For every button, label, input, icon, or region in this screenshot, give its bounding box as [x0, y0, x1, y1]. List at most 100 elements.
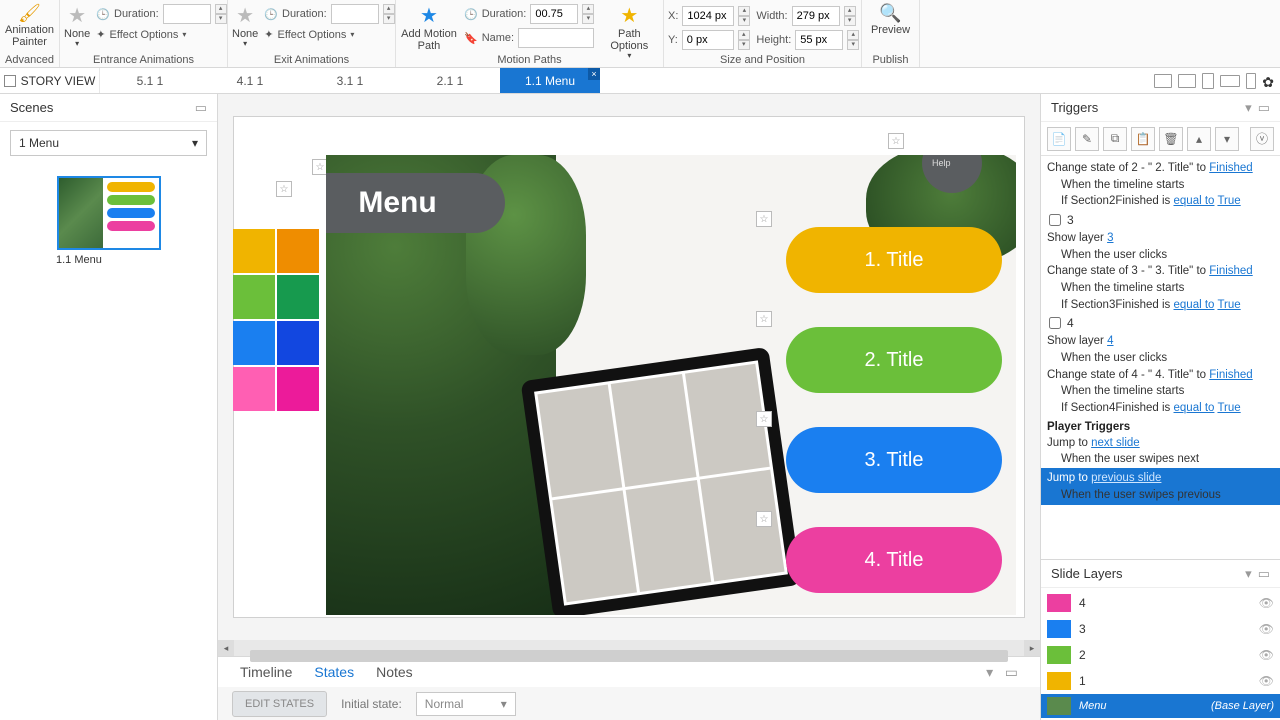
trigger-item[interactable]: Change state of 2 - " 2. Title" to Finis… [1047, 160, 1274, 177]
color-swatch[interactable] [233, 229, 275, 273]
slide-tab[interactable]: 2.1 1 [400, 68, 500, 93]
visibility-icon[interactable]: 👁 [1259, 596, 1274, 610]
phone-portrait-icon[interactable] [1246, 73, 1256, 89]
trigger-item[interactable]: Jump to next slide [1047, 435, 1274, 452]
layer-row[interactable]: 2👁 [1047, 642, 1274, 668]
slide-tab[interactable]: 3.1 1 [300, 68, 400, 93]
trigger-item[interactable]: Show layer 4 [1047, 333, 1274, 350]
settings-icon[interactable]: ✿ [1262, 74, 1274, 88]
spinner[interactable]: ▴▾ [215, 4, 227, 24]
tablet-landscape-icon[interactable] [1178, 74, 1196, 88]
checkbox[interactable] [1049, 214, 1061, 226]
entrance-none-button[interactable]: ★None▾ [64, 2, 90, 49]
checkbox[interactable] [1049, 317, 1061, 329]
panel-tab[interactable]: Timeline [240, 664, 292, 680]
trigger-item[interactable]: If Section2Finished is equal to True [1047, 193, 1274, 210]
trigger-item[interactable]: Show layer 3 [1047, 230, 1274, 247]
collapse-icon[interactable]: ▭ [1258, 100, 1270, 116]
edit-states-button[interactable]: EDIT STATES [232, 691, 327, 717]
entrance-duration-input[interactable] [163, 4, 211, 24]
motion-name-input[interactable] [518, 28, 594, 48]
scene-dropdown[interactable]: 1 Menu▾ [10, 130, 207, 156]
anim-indicator-icon[interactable]: ☆ [756, 511, 772, 527]
spinner[interactable]: ▴▾ [738, 30, 750, 50]
trigger-object[interactable]: 4 [1047, 313, 1274, 333]
width-input[interactable] [792, 6, 840, 26]
copy-trigger-icon[interactable]: ⧉ [1103, 127, 1127, 151]
trigger-item[interactable]: If Section4Finished is equal to True [1047, 400, 1274, 417]
color-swatch[interactable] [233, 321, 275, 365]
y-input[interactable] [682, 30, 734, 50]
tablet-portrait-icon[interactable] [1202, 73, 1214, 89]
new-trigger-icon[interactable]: 📄 [1047, 127, 1071, 151]
slide-thumbnail[interactable] [57, 176, 161, 250]
anim-indicator-icon[interactable]: ☆ [888, 133, 904, 149]
trigger-item[interactable]: When the timeline starts [1047, 383, 1274, 400]
animation-painter-button[interactable]: 🖌 AnimationPainter [4, 2, 55, 48]
entrance-effect-options[interactable]: ✦Effect Options▾ [96, 28, 226, 41]
spinner[interactable]: ▴▾ [582, 4, 594, 24]
layer-row[interactable]: 4👁 [1047, 590, 1274, 616]
move-down-icon[interactable]: ▾ [1215, 127, 1239, 151]
spinner[interactable]: ▴▾ [738, 6, 750, 26]
color-swatch[interactable] [277, 229, 319, 273]
trigger-item[interactable]: Change state of 3 - " 3. Title" to Finis… [1047, 263, 1274, 280]
chevron-down-icon[interactable]: ▾ [1245, 100, 1252, 116]
x-input[interactable] [682, 6, 734, 26]
trigger-item[interactable]: When the user clicks [1047, 350, 1274, 367]
add-motion-path-button[interactable]: ★Add MotionPath [400, 2, 458, 52]
trigger-item[interactable]: Change state of 4 - " 4. Title" to Finis… [1047, 367, 1274, 384]
trigger-item[interactable]: When the timeline starts [1047, 177, 1274, 194]
menu-nav-button[interactable]: 4. Title [786, 527, 1002, 593]
move-up-icon[interactable]: ▴ [1187, 127, 1211, 151]
spinner[interactable]: ▴▾ [383, 4, 395, 24]
menu-nav-button[interactable]: 1. Title [786, 227, 1002, 293]
initial-state-dropdown[interactable]: Normal▾ [416, 692, 516, 716]
exit-effect-options[interactable]: ✦Effect Options▾ [264, 28, 394, 41]
layer-row[interactable]: 3👁 [1047, 616, 1274, 642]
spinner[interactable]: ▴▾ [847, 30, 859, 50]
trigger-object[interactable]: 3 [1047, 210, 1274, 230]
close-icon[interactable]: × [588, 68, 600, 80]
trigger-item[interactable]: When the timeline starts [1047, 280, 1274, 297]
visibility-icon[interactable]: 👁 [1259, 622, 1274, 636]
scroll-right-icon[interactable]: ▸ [1024, 640, 1040, 656]
panel-controls[interactable]: ▾ ▭ [986, 664, 1018, 681]
anim-indicator-icon[interactable]: ☆ [276, 181, 292, 197]
color-swatch[interactable] [233, 275, 275, 319]
base-layer-row[interactable]: Menu(Base Layer) [1041, 694, 1280, 718]
scroll-left-icon[interactable]: ◂ [218, 640, 234, 656]
delete-trigger-icon[interactable]: 🗑 [1159, 127, 1183, 151]
panel-tab[interactable]: Notes [376, 664, 413, 680]
trigger-item[interactable]: If Section3Finished is equal to True [1047, 297, 1274, 314]
color-swatch[interactable] [233, 367, 275, 411]
motion-duration-input[interactable] [530, 4, 578, 24]
slide-canvas[interactable]: ☆ ☆ ☆ ☆ Menu Help 1. Title2. Title3. Tit… [234, 117, 1024, 617]
paste-trigger-icon[interactable]: 📋 [1131, 127, 1155, 151]
anim-indicator-icon[interactable]: ☆ [756, 211, 772, 227]
color-swatch[interactable] [277, 367, 319, 411]
anim-indicator-icon[interactable]: ☆ [756, 411, 772, 427]
menu-nav-button[interactable]: 3. Title [786, 427, 1002, 493]
edit-trigger-icon[interactable]: ✎ [1075, 127, 1099, 151]
exit-duration-input[interactable] [331, 4, 379, 24]
spinner[interactable]: ▴▾ [844, 6, 856, 26]
height-input[interactable] [795, 30, 843, 50]
trigger-item[interactable]: When the user clicks [1047, 247, 1274, 264]
trigger-item[interactable]: When the user swipes next [1047, 451, 1274, 468]
path-options-button[interactable]: ★Path Options▾ [600, 2, 658, 61]
trigger-item-selected[interactable]: Jump to previous slideWhen the user swip… [1041, 468, 1280, 505]
color-swatch[interactable] [277, 275, 319, 319]
visibility-icon[interactable]: 👁 [1259, 648, 1274, 662]
variables-icon[interactable]: ⓥ [1250, 127, 1274, 151]
slide-tab[interactable]: 5.1 1 [100, 68, 200, 93]
layer-row[interactable]: 1👁 [1047, 668, 1274, 694]
preview-button[interactable]: 🔍Preview [866, 2, 915, 36]
menu-nav-button[interactable]: 2. Title [786, 327, 1002, 393]
collapse-icon[interactable]: ▭ [195, 100, 207, 116]
desktop-icon[interactable] [1154, 74, 1172, 88]
story-view-tab[interactable]: STORY VIEW [0, 68, 100, 93]
horizontal-scrollbar[interactable]: ◂ ▸ [218, 640, 1040, 656]
anim-indicator-icon[interactable]: ☆ [756, 311, 772, 327]
color-swatch[interactable] [277, 321, 319, 365]
